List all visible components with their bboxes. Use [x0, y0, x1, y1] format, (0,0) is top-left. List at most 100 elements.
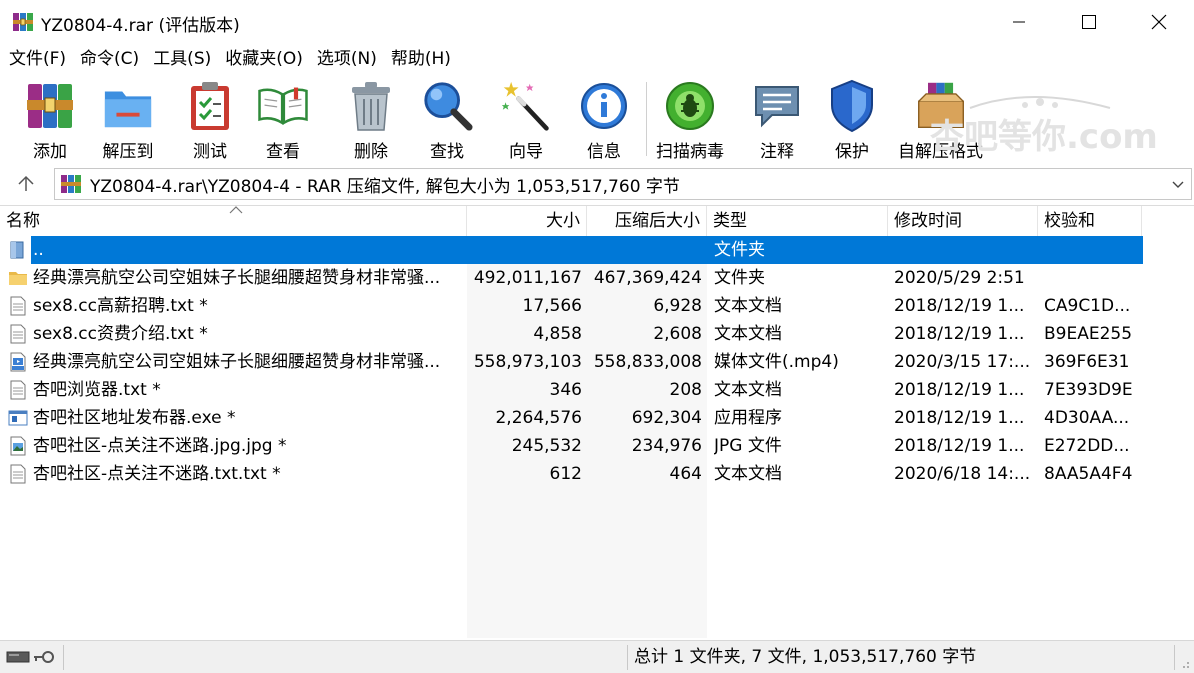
file-packed-size: 6,928: [653, 296, 702, 316]
menu-help[interactable]: 帮助(H): [384, 44, 458, 74]
table-row[interactable]: sex8.cc高薪招聘.txt * 17,566 6,928 文本文档 2018…: [0, 292, 1194, 320]
column-header: 名称 大小 压缩后大小 类型 修改时间 校验和: [0, 206, 1194, 236]
file-name: ..: [33, 240, 44, 260]
add-label: 添加: [33, 142, 67, 162]
comment-button[interactable]: 注释: [751, 78, 803, 162]
path-combobox[interactable]: YZ0804-4.rar\YZ0804-4 - RAR 压缩文件, 解包大小为 …: [54, 168, 1192, 200]
test-button[interactable]: 测试: [184, 78, 236, 162]
file-modified: 2018/12/19 1...: [894, 296, 1025, 316]
text-file-icon: [10, 464, 26, 484]
file-size: 2,264,576: [495, 408, 582, 428]
delete-label: 删除: [354, 142, 388, 162]
find-button[interactable]: 查找: [421, 78, 473, 162]
drive-key-icon[interactable]: [6, 647, 60, 667]
file-size: 4,858: [533, 324, 582, 344]
file-crc: CA9C1D...: [1044, 296, 1131, 316]
file-crc: 7E393D9E: [1044, 380, 1133, 400]
add-button[interactable]: 添加: [24, 78, 76, 162]
column-modified-header[interactable]: 修改时间: [888, 206, 1038, 236]
protect-button[interactable]: 保护: [826, 78, 878, 162]
close-icon: [1151, 14, 1167, 30]
file-modified: 2018/12/19 1...: [894, 324, 1025, 344]
column-size-label: 大小: [546, 211, 580, 231]
table-row[interactable]: 经典漂亮航空公司空姐妹子长腿细腰超赞身材非常骚... 558,973,103 5…: [0, 348, 1194, 376]
scan-virus-button[interactable]: 扫描病毒: [656, 78, 724, 162]
info-button[interactable]: 信息: [578, 78, 630, 162]
menu-file[interactable]: 文件(F): [2, 44, 73, 74]
resize-grip-icon[interactable]: [1178, 657, 1190, 669]
minimize-button[interactable]: [984, 0, 1054, 44]
file-crc: [1044, 236, 1140, 264]
column-name-label: 名称: [6, 211, 40, 231]
magnifier-icon: [424, 82, 473, 131]
table-row[interactable]: 杏吧社区-点关注不迷路.txt.txt * 612 464 文本文档 2020/…: [0, 460, 1194, 488]
column-packed-label: 压缩后大小: [615, 211, 700, 231]
view-button[interactable]: 查看: [257, 78, 309, 162]
protect-label: 保护: [835, 142, 869, 162]
column-type-header[interactable]: 类型: [707, 206, 888, 236]
column-packed-header[interactable]: 压缩后大小: [587, 206, 707, 236]
comment-label: 注释: [760, 142, 794, 162]
file-name: 经典漂亮航空公司空姐妹子长腿细腰超赞身材非常骚...: [33, 352, 441, 372]
file-modified: [894, 236, 1034, 264]
file-size: 346: [549, 380, 582, 400]
file-packed-size: 234,976: [631, 436, 702, 456]
extract-to-button[interactable]: 解压到: [102, 78, 154, 162]
file-crc: B9EAE255: [1044, 324, 1133, 344]
status-divider: [1174, 645, 1175, 670]
winrar-app-icon[interactable]: [12, 11, 34, 33]
menu-commands[interactable]: 命令(C): [73, 44, 146, 74]
table-row[interactable]: 经典漂亮航空公司空姐妹子长腿细腰超赞身材非常骚... 492,011,167 4…: [0, 264, 1194, 292]
toolbar-separator: [646, 82, 647, 156]
add-archive-icon: [27, 84, 73, 128]
file-name: 杏吧社区-点关注不迷路.jpg.jpg *: [33, 436, 287, 456]
folder-icon: [9, 272, 27, 285]
file-type: JPG 文件: [714, 436, 782, 456]
column-crc-header[interactable]: 校验和: [1038, 206, 1142, 236]
file-list: 名称 大小 压缩后大小 类型 修改时间 校验和 .. 文件夹 经典漂亮航空公司空…: [0, 205, 1194, 638]
menu-tools[interactable]: 工具(S): [146, 44, 218, 74]
table-row[interactable]: sex8.cc资费介绍.txt * 4,858 2,608 文本文档 2018/…: [0, 320, 1194, 348]
magic-wand-icon: [501, 81, 549, 131]
file-size: 612: [549, 464, 582, 484]
trash-can-icon: [352, 82, 390, 131]
title-bar: YZ0804-4.rar (评估版本): [0, 0, 1194, 44]
up-one-level-button[interactable]: [10, 170, 42, 198]
file-packed-size: [588, 236, 702, 264]
file-type: 文本文档: [714, 380, 782, 400]
column-modified-label: 修改时间: [894, 211, 962, 231]
file-packed-size: 692,304: [631, 408, 702, 428]
file-modified: 2018/12/19 1...: [894, 380, 1025, 400]
file-packed-size: 558,833,008: [593, 352, 702, 372]
close-button[interactable]: [1124, 0, 1194, 44]
file-crc: 8AA5A4F4: [1044, 464, 1133, 484]
column-size-header[interactable]: 大小: [467, 206, 587, 236]
file-type: 文件夹: [714, 240, 765, 260]
chevron-down-icon[interactable]: [1171, 177, 1185, 191]
test-clipboard-icon: [191, 82, 229, 130]
file-name: 杏吧浏览器.txt *: [33, 380, 161, 400]
exe-file-icon: [8, 410, 28, 426]
file-type: 文件夹: [714, 268, 765, 288]
menu-options[interactable]: 选项(N): [310, 44, 384, 74]
table-row[interactable]: 杏吧浏览器.txt * 346 208 文本文档 2018/12/19 1...…: [0, 376, 1194, 404]
table-row[interactable]: 杏吧社区-点关注不迷路.jpg.jpg * 245,532 234,976 JP…: [0, 432, 1194, 460]
toolbar: 添加 解压到 测试 查看 删除 查找 向导 信息 扫描病毒 注释 保护 自解压格…: [0, 74, 1194, 164]
arrow-up-icon: [18, 175, 34, 191]
maximize-button[interactable]: [1054, 0, 1124, 44]
sort-ascending-icon: [229, 206, 243, 214]
file-type: 文本文档: [714, 324, 782, 344]
image-file-icon: [10, 436, 26, 456]
find-label: 查找: [430, 142, 464, 162]
delete-button[interactable]: 删除: [345, 78, 397, 162]
file-modified: 2020/3/15 17:...: [894, 352, 1031, 372]
menu-favorites[interactable]: 收藏夹(O): [218, 44, 310, 74]
file-crc: E272DD...: [1044, 436, 1130, 456]
archive-path: YZ0804-4.rar\YZ0804-4 - RAR 压缩文件, 解包大小为 …: [90, 176, 680, 197]
wizard-button[interactable]: 向导: [500, 78, 552, 162]
table-row[interactable]: 杏吧社区地址发布器.exe * 2,264,576 692,304 应用程序 2…: [0, 404, 1194, 432]
view-book-icon: [258, 87, 308, 126]
minimize-icon: [1013, 21, 1025, 23]
table-row[interactable]: .. 文件夹: [0, 236, 1194, 264]
scan-virus-label: 扫描病毒: [656, 142, 724, 162]
